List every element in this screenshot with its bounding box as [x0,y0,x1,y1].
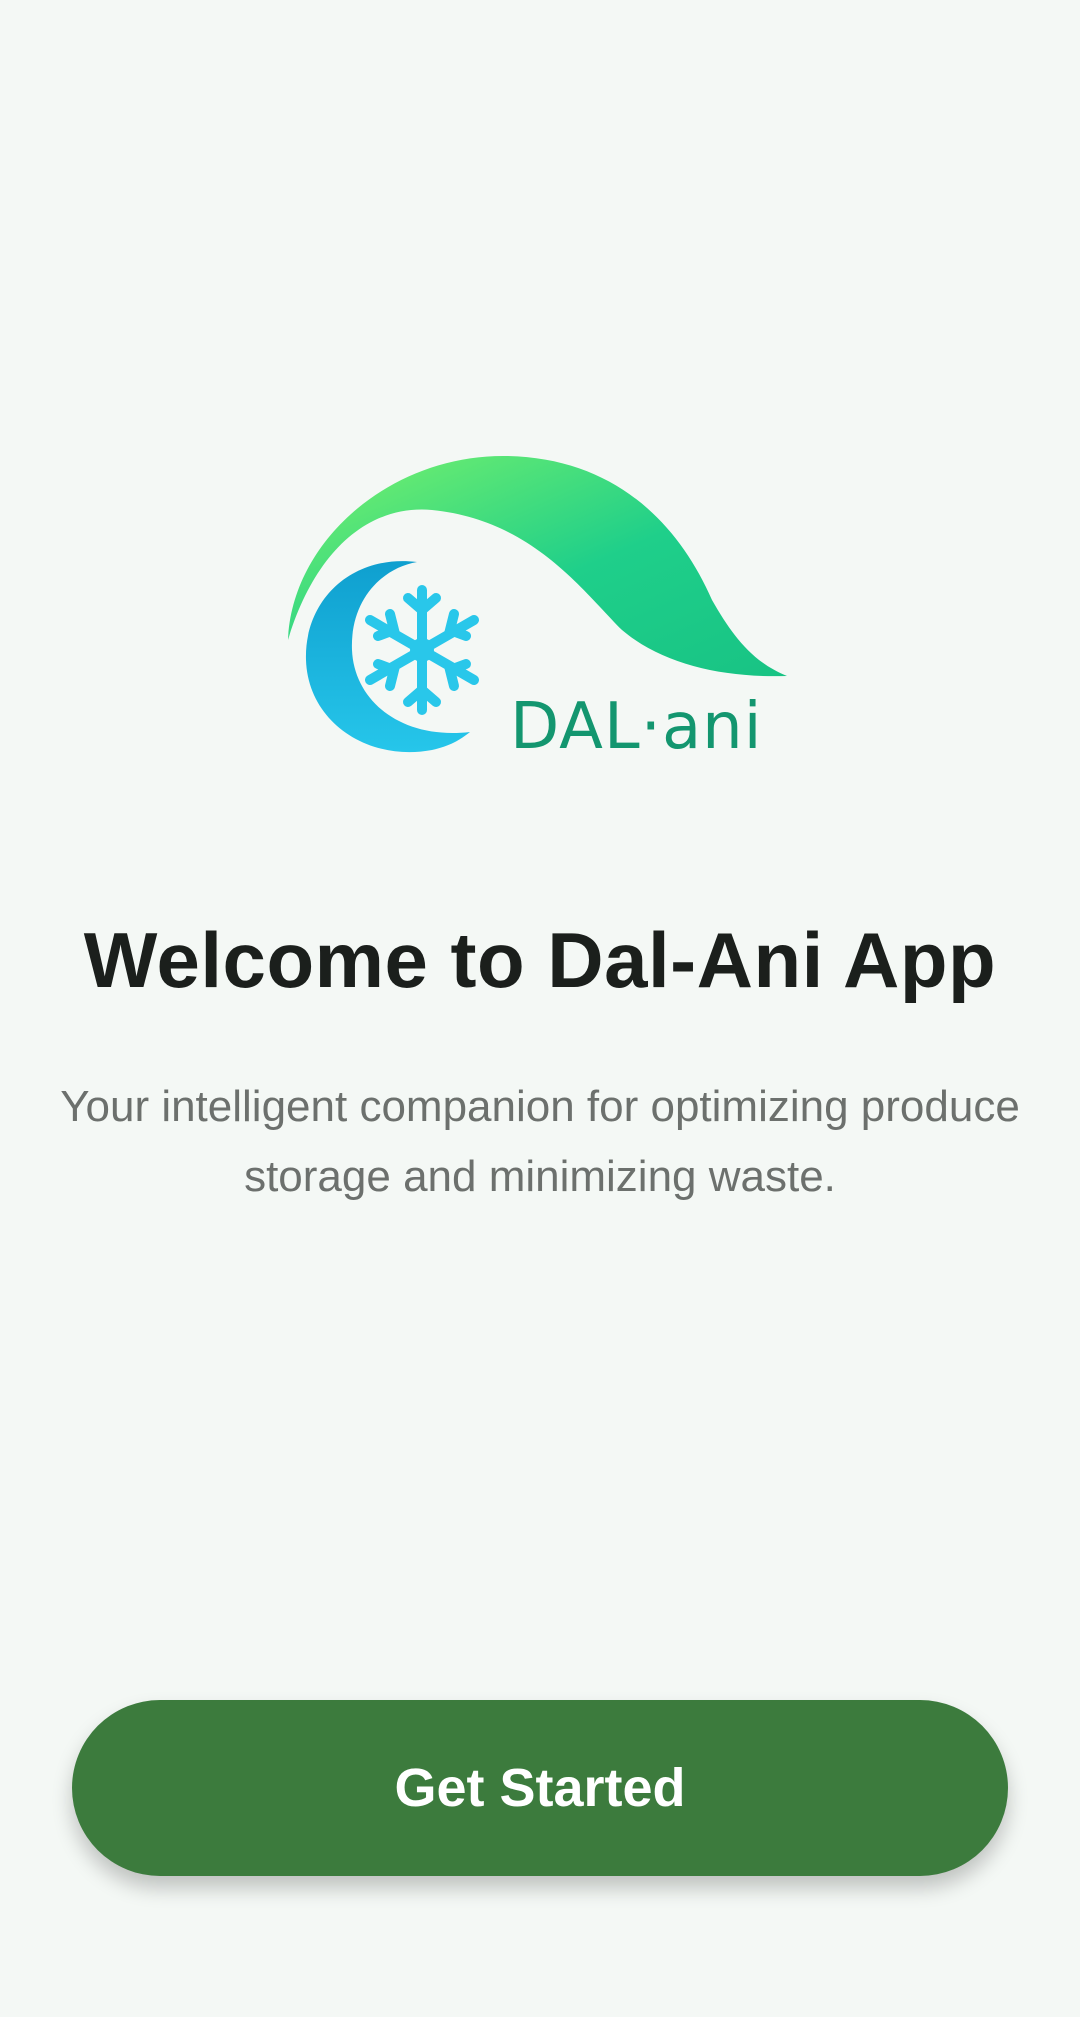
dalani-logo: DAL·ani [282,450,798,770]
welcome-subtitle: Your intelligent companion for optimizin… [60,1082,1020,1201]
crescent-shape [305,561,470,753]
dalani-logo-icon: DAL·ani [288,455,787,764]
welcome-title: Welcome to Dal-Ani App [83,916,997,1004]
leaf-shape [288,455,787,677]
snowflake-center [410,638,434,662]
welcome-screen: DAL·ani Welcome to Dal-Ani App Your inte… [0,0,1080,2017]
get-started-button[interactable]: Get Started [72,1700,1008,1876]
logo-wordmark: DAL·ani [510,690,763,764]
